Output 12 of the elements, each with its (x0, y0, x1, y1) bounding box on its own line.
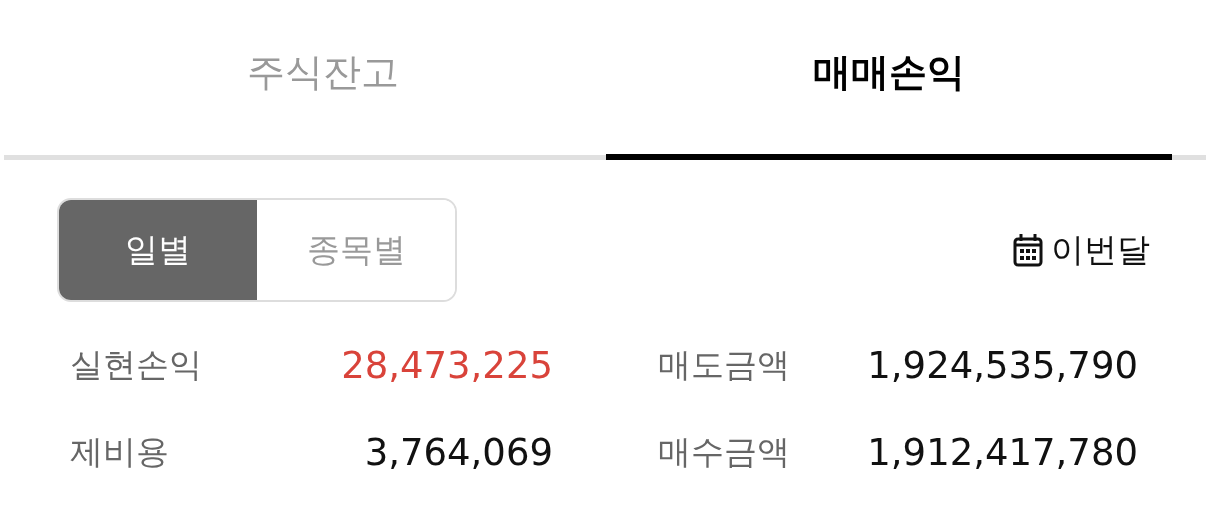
summary-label: 실현손익 (70, 344, 202, 386)
view-toggle-button[interactable]: 일별 (59, 200, 257, 300)
summary-label: 제비용 (70, 431, 169, 473)
calendar-icon (1013, 233, 1043, 267)
summary-value: 3,764,069 (364, 431, 553, 474)
summary-label: 매수금액 (658, 431, 790, 473)
summary-value: 28,473,225 (341, 344, 553, 387)
period-button[interactable]: 이번달 (1013, 227, 1150, 273)
summary-label: 매도금액 (658, 344, 790, 386)
tab[interactable]: 매매손익 (606, 0, 1172, 160)
summary-value: 1,912,417,780 (867, 431, 1138, 474)
summary-value: 1,924,535,790 (867, 344, 1138, 387)
